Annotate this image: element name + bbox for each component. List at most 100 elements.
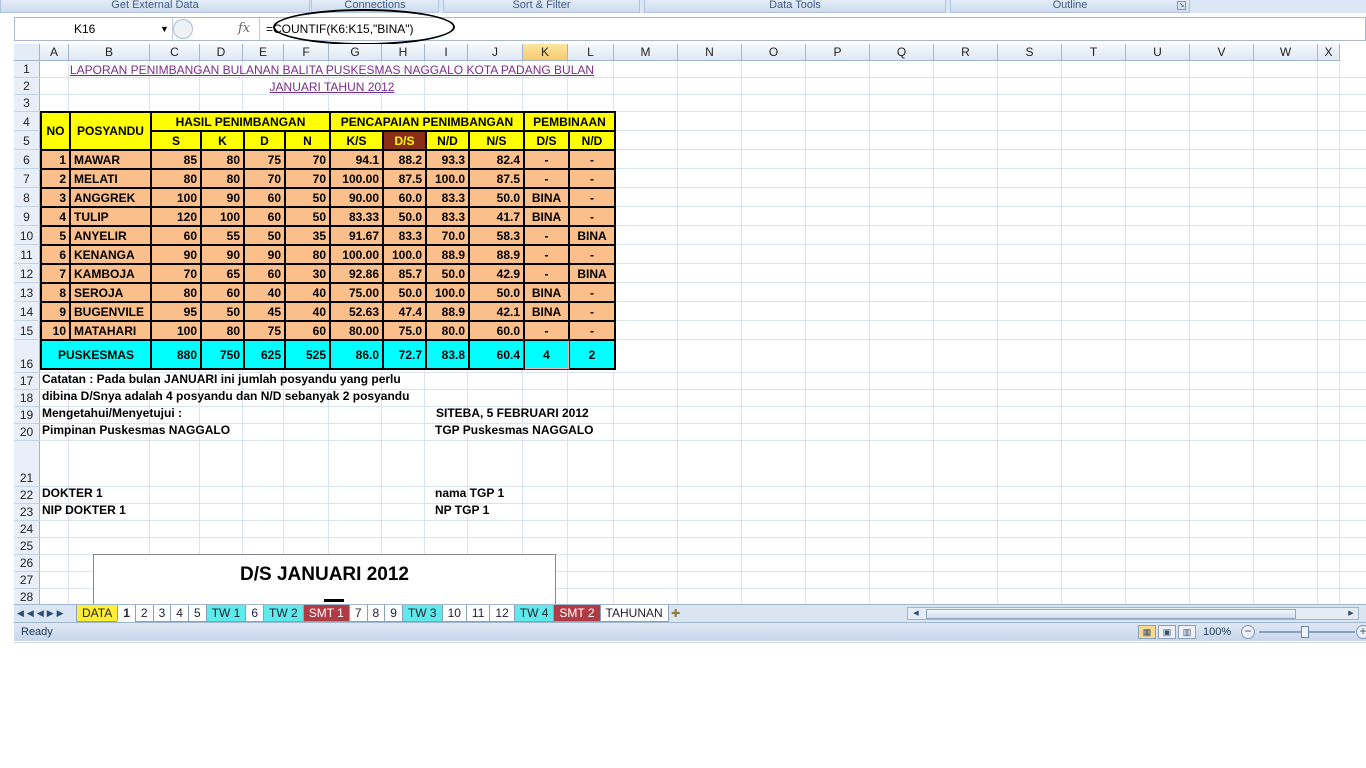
sheet-tab[interactable]: TW 4	[513, 605, 555, 622]
row-header[interactable]: 25	[14, 538, 40, 555]
table-cell[interactable]: 50	[243, 225, 286, 246]
embedded-chart[interactable]: D/S JANUARI 2012	[93, 554, 556, 604]
total-cell[interactable]: 750	[200, 339, 245, 370]
selected-cell-k16[interactable]: 4	[523, 339, 570, 370]
sheet-tab[interactable]: 7	[348, 605, 368, 622]
table-cell[interactable]: 41.7	[468, 206, 525, 227]
table-cell[interactable]: 5	[40, 225, 71, 246]
column-header[interactable]: P	[806, 44, 870, 61]
table-cell[interactable]: 60	[243, 263, 286, 284]
zoom-slider-thumb[interactable]	[1301, 626, 1309, 638]
table-cell[interactable]: BINA	[568, 225, 616, 246]
column-header[interactable]: N	[678, 44, 742, 61]
table-cell[interactable]: 100.0	[382, 244, 427, 265]
scroll-right-icon[interactable]: ▶	[1345, 608, 1357, 619]
table-cell[interactable]: -	[568, 301, 616, 322]
page-layout-view-icon[interactable]: ▣	[1158, 625, 1176, 639]
table-cell[interactable]: 87.5	[382, 168, 427, 189]
table-cell[interactable]: 60	[243, 206, 286, 227]
row-header[interactable]: 23	[14, 504, 40, 521]
page-break-view-icon[interactable]: ▥	[1178, 625, 1196, 639]
table-cell[interactable]: 70.0	[425, 225, 470, 246]
table-cell[interactable]: MATAHARI	[69, 320, 152, 341]
table-cell[interactable]: ANGGREK	[69, 187, 152, 208]
row-header[interactable]: 4	[14, 112, 40, 131]
table-cell[interactable]: -	[523, 168, 570, 189]
column-header[interactable]: G	[329, 44, 382, 61]
normal-view-icon[interactable]: ▦	[1138, 625, 1156, 639]
table-cell[interactable]: 95	[150, 301, 202, 322]
table-cell[interactable]: 90	[200, 187, 245, 208]
table-cell[interactable]: -	[568, 149, 616, 170]
column-header[interactable]: E	[243, 44, 284, 61]
sheet-tab[interactable]: 2	[134, 605, 154, 622]
table-cell[interactable]: 88.9	[425, 301, 470, 322]
total-cell[interactable]: 525	[284, 339, 331, 370]
report-title[interactable]: LAPORAN PENIMBANGAN BULANAN BALITA PUSKE…	[42, 62, 622, 96]
subheader-cell[interactable]: D	[243, 130, 286, 151]
column-header[interactable]: R	[934, 44, 998, 61]
note-np-tgp[interactable]: NP TGP 1	[435, 502, 489, 519]
table-cell[interactable]: 65	[200, 263, 245, 284]
table-cell[interactable]: -	[568, 282, 616, 303]
insert-sheet-icon[interactable]: ✚	[668, 607, 684, 620]
table-cell[interactable]: 85.7	[382, 263, 427, 284]
table-cell[interactable]: 83.3	[425, 206, 470, 227]
table-cell[interactable]: 35	[284, 225, 331, 246]
column-header[interactable]: H	[382, 44, 425, 61]
table-cell[interactable]: 80	[200, 168, 245, 189]
table-cell[interactable]: 42.1	[468, 301, 525, 322]
table-cell[interactable]: 91.67	[329, 225, 384, 246]
tab-navigation-arrows-icon[interactable]: ◀◀◀▶▶	[14, 605, 76, 623]
total-label[interactable]: PUSKESMAS	[40, 339, 152, 370]
row-header[interactable]: 18	[14, 390, 40, 407]
table-cell[interactable]: 100	[200, 206, 245, 227]
table-cell[interactable]: 92.86	[329, 263, 384, 284]
subheader-cell[interactable]: D/S	[382, 130, 427, 151]
row-header[interactable]: 6	[14, 150, 40, 169]
table-cell[interactable]: 94.1	[329, 149, 384, 170]
dialog-launcher-icon[interactable]: ↘	[1177, 1, 1186, 10]
table-cell[interactable]: 40	[284, 282, 331, 303]
sheet-tab[interactable]: 12	[489, 605, 515, 622]
table-cell[interactable]: SEROJA	[69, 282, 152, 303]
zoom-out-icon[interactable]: −	[1241, 625, 1255, 639]
table-cell[interactable]: 55	[200, 225, 245, 246]
row-header[interactable]: 11	[14, 245, 40, 264]
table-cell[interactable]: 7	[40, 263, 71, 284]
table-cell[interactable]: 75	[243, 320, 286, 341]
total-cell[interactable]: 86.0	[329, 339, 384, 370]
column-header[interactable]: W	[1254, 44, 1318, 61]
table-cell[interactable]: BINA	[568, 263, 616, 284]
table-cell[interactable]: BINA	[523, 301, 570, 322]
table-cell[interactable]: BUGENVILE	[69, 301, 152, 322]
table-cell[interactable]: 80.0	[425, 320, 470, 341]
table-cell[interactable]: -	[568, 187, 616, 208]
subheader-cell[interactable]: K	[200, 130, 245, 151]
table-cell[interactable]: 88.9	[468, 244, 525, 265]
table-cell[interactable]: KAMBOJA	[69, 263, 152, 284]
table-cell[interactable]: 60.0	[382, 187, 427, 208]
column-header[interactable]: I	[425, 44, 468, 61]
note-pimpinan[interactable]: Pimpinan Puskesmas NAGGALO	[42, 422, 230, 439]
table-cell[interactable]: 90	[243, 244, 286, 265]
total-cell[interactable]: 72.7	[382, 339, 427, 370]
table-cell[interactable]: 4	[40, 206, 71, 227]
table-cell[interactable]: 6	[40, 244, 71, 265]
header-hasil-penimbangan[interactable]: HASIL PENIMBANGAN	[150, 111, 331, 132]
table-cell[interactable]: 100	[150, 187, 202, 208]
table-cell[interactable]: KENANGA	[69, 244, 152, 265]
table-cell[interactable]: 80	[150, 168, 202, 189]
column-header[interactable]: L	[568, 44, 614, 61]
table-cell[interactable]: -	[523, 149, 570, 170]
table-cell[interactable]: -	[568, 320, 616, 341]
table-cell[interactable]: 85	[150, 149, 202, 170]
column-header[interactable]: X	[1318, 44, 1340, 61]
table-cell[interactable]: -	[523, 263, 570, 284]
table-cell[interactable]: 50	[284, 187, 331, 208]
table-cell[interactable]: 80	[200, 149, 245, 170]
sheet-tab[interactable]: 9	[384, 605, 403, 622]
header-posyandu[interactable]: POSYANDU	[69, 111, 152, 151]
sheet-tab[interactable]: 6	[245, 605, 265, 622]
column-header[interactable]: J	[468, 44, 523, 61]
